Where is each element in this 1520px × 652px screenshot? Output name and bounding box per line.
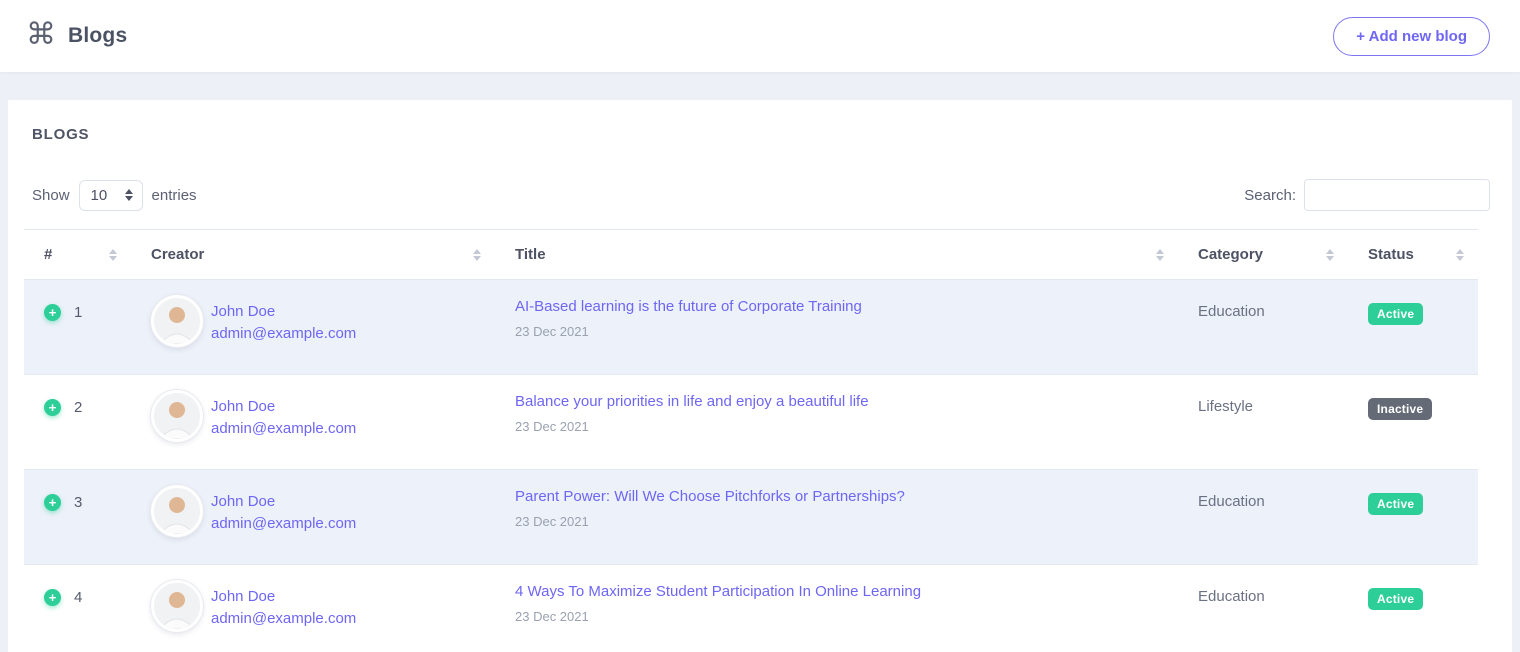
sort-icon (109, 249, 117, 261)
avatar (151, 295, 203, 347)
page-size-value: 10 (91, 187, 108, 204)
column-header-num[interactable]: # (24, 230, 131, 280)
status-badge: Active (1368, 493, 1423, 515)
card-title: BLOGS (24, 126, 1490, 143)
blog-title-link[interactable]: 4 Ways To Maximize Student Participation… (515, 583, 921, 600)
search-input[interactable] (1304, 179, 1490, 211)
creator-email-link[interactable]: admin@example.com (211, 420, 356, 437)
search-control: Search: (1244, 179, 1490, 211)
status-badge: Inactive (1368, 398, 1432, 420)
table-controls: Show 10 entries Search: (24, 179, 1490, 211)
blog-title-link[interactable]: AI-Based learning is the future of Corpo… (515, 298, 862, 315)
avatar (151, 580, 203, 632)
table-row: + 3 John Doe admin@example.com Parent Po… (24, 470, 1478, 565)
table-row: + 2 John Doe admin@example.com Balance y… (24, 375, 1478, 470)
entries-label: entries (152, 187, 197, 204)
status-badge: Active (1368, 303, 1423, 325)
table-row: + 1 John Doe admin@example.com AI-Based … (24, 280, 1478, 375)
select-arrows-icon (125, 189, 133, 201)
page-size-select[interactable]: 10 (79, 180, 143, 211)
avatar (151, 485, 203, 537)
page-length-control: Show 10 entries (32, 180, 197, 211)
blog-date: 23 Dec 2021 (515, 514, 1164, 529)
sort-icon (473, 249, 481, 261)
column-header-creator[interactable]: Creator (131, 230, 495, 280)
table-header-row: # Creator Title Category Status (24, 230, 1478, 280)
sort-icon (1156, 249, 1164, 261)
row-number: 1 (74, 304, 82, 321)
blog-date: 23 Dec 2021 (515, 324, 1164, 339)
avatar (151, 390, 203, 442)
show-label: Show (32, 187, 70, 204)
search-label: Search: (1244, 187, 1296, 204)
row-number: 4 (74, 589, 82, 606)
column-header-title[interactable]: Title (495, 230, 1178, 280)
expand-row-button[interactable]: + (44, 494, 61, 511)
app-brand: ⌘ Blogs (26, 21, 127, 51)
creator-email-link[interactable]: admin@example.com (211, 610, 356, 627)
creator-email-link[interactable]: admin@example.com (211, 515, 356, 532)
blog-title-link[interactable]: Balance your priorities in life and enjo… (515, 393, 869, 410)
table-row: + 4 John Doe admin@example.com 4 Ways To… (24, 565, 1478, 652)
expand-row-button[interactable]: + (44, 399, 61, 416)
blogs-table: # Creator Title Category Status + 1 John… (24, 229, 1478, 652)
creator-name-link[interactable]: John Doe (211, 303, 356, 320)
page-title: Blogs (68, 24, 127, 48)
blog-date: 23 Dec 2021 (515, 419, 1164, 434)
blog-title-link[interactable]: Parent Power: Will We Choose Pitchforks … (515, 488, 905, 505)
sort-icon (1456, 249, 1464, 261)
expand-row-button[interactable]: + (44, 589, 61, 606)
blog-date: 23 Dec 2021 (515, 609, 1164, 624)
creator-email-link[interactable]: admin@example.com (211, 325, 356, 342)
command-icon: ⌘ (26, 20, 56, 50)
blogs-card: BLOGS Show 10 entries Search: # Creator … (8, 100, 1512, 652)
top-header-bar: ⌘ Blogs + Add new blog (0, 0, 1520, 72)
column-header-category[interactable]: Category (1178, 230, 1348, 280)
sort-icon (1326, 249, 1334, 261)
status-badge: Active (1368, 588, 1423, 610)
creator-name-link[interactable]: John Doe (211, 398, 356, 415)
row-number: 3 (74, 494, 82, 511)
row-number: 2 (74, 399, 82, 416)
blog-category: Education (1178, 565, 1348, 652)
blog-category: Lifestyle (1178, 375, 1348, 470)
creator-name-link[interactable]: John Doe (211, 493, 356, 510)
expand-row-button[interactable]: + (44, 304, 61, 321)
blog-category: Education (1178, 280, 1348, 375)
add-new-blog-button[interactable]: + Add new blog (1333, 17, 1490, 56)
creator-name-link[interactable]: John Doe (211, 588, 356, 605)
column-header-status[interactable]: Status (1348, 230, 1478, 280)
blog-category: Education (1178, 470, 1348, 565)
